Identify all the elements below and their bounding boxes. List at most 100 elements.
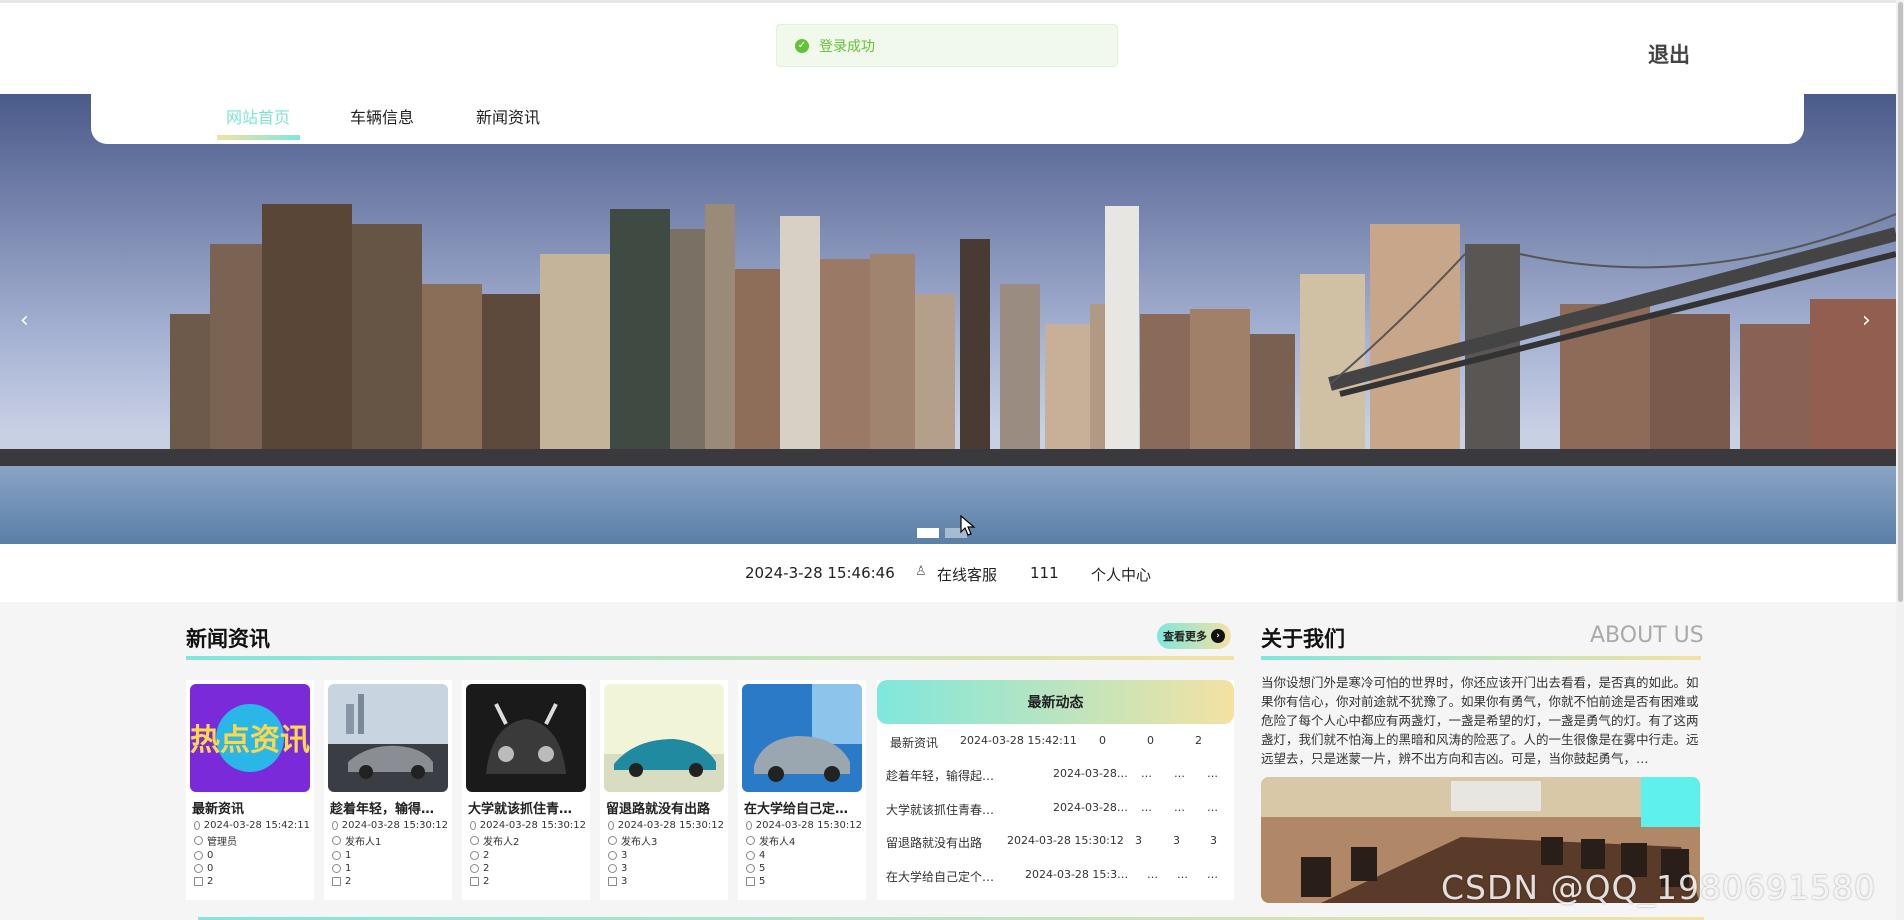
news-card-title: 趁着年轻，输得… <box>330 802 435 817</box>
latest-row-favs: 0 <box>1147 734 1154 747</box>
nav-vehicle-info[interactable]: 车辆信息 <box>350 104 414 128</box>
user-icon: ♙ <box>915 564 927 579</box>
latest-row-views: … <box>1207 868 1218 881</box>
star-icon <box>746 864 755 873</box>
latest-row-likes: … <box>1141 801 1152 814</box>
latest-row-views: … <box>1207 801 1218 814</box>
latest-row-title: 在大学给自己定个… <box>886 870 995 884</box>
list-item[interactable]: 留退路就没有出路 2024-03-28 15:30:12 3 3 3 <box>877 828 1234 858</box>
news-card-time: 2024-03-28 15:42:11 <box>203 820 310 831</box>
news-card-time: 2024-03-28 15:30:12 <box>479 820 586 831</box>
views-icon <box>746 877 755 886</box>
username: 111 <box>1030 564 1059 582</box>
news-card-author: 发布人2 <box>483 837 520 848</box>
thumbs-up-icon <box>746 851 755 860</box>
list-item[interactable]: 大学就该抓住青春，用… 2024-03-28… … … … <box>877 795 1234 825</box>
star-icon <box>470 864 479 873</box>
news-title-underline <box>186 656 1234 660</box>
watermark: CSDN @QQ_1980691580 <box>1441 868 1876 907</box>
carousel-prev-icon[interactable]: ‹ <box>20 308 29 333</box>
list-item[interactable]: 最新资讯 2024-03-28 15:42:11 0 0 2 <box>877 728 1234 758</box>
news-section-title: 新闻资讯 <box>186 627 270 651</box>
thumbs-up-icon <box>194 851 203 860</box>
news-card-author: 管理员 <box>207 837 237 848</box>
latest-row-time: 2024-03-28 15:3… <box>1025 868 1129 881</box>
news-card-title: 在大学给自己定… <box>744 802 849 817</box>
latest-row-favs: … <box>1174 801 1185 814</box>
personal-center-link[interactable]: 个人中心 <box>1091 564 1151 585</box>
mouse-pointer-icon <box>960 515 976 536</box>
clock-icon <box>194 821 200 830</box>
info-bar: 2024-3-28 15:46:46 ♙ 在线客服 111 个人中心 <box>0 544 1904 602</box>
city-skyline-image <box>0 94 1896 544</box>
about-text: 当你设想门外是寒冷可怕的世界时，你还应该开门出去看看，是否真的如此。如果你有信心… <box>1261 675 1699 766</box>
nav-news[interactable]: 新闻资讯 <box>476 104 540 128</box>
news-card-likes: 0 <box>207 850 214 861</box>
carousel-banner <box>0 94 1896 544</box>
latest-row-views: 2 <box>1195 734 1202 747</box>
news-card-time: 2024-03-28 15:30:12 <box>755 820 862 831</box>
news-card-favs: 0 <box>207 863 214 874</box>
header: ✓ 登录成功 退出 <box>0 3 1904 94</box>
latest-row-favs: 3 <box>1173 834 1180 847</box>
thumbnail-text: 热点资讯 <box>190 723 310 758</box>
news-card-views: 2 <box>207 876 214 887</box>
about-title-underline <box>1261 656 1701 660</box>
clock-icon <box>470 821 476 830</box>
news-thumbnail: 热点资讯 <box>190 684 310 792</box>
main-nav: 网站首页 车辆信息 新闻资讯 <box>91 94 1804 144</box>
news-card[interactable]: 热点资讯 最新资讯 2024-03-28 15:42:11 管理员 0 0 2 <box>186 680 314 900</box>
user-icon <box>194 836 203 845</box>
latest-row-time: 2024-03-28 15:30:12 <box>1007 834 1124 847</box>
view-more-label: 查看更多 <box>1163 630 1207 643</box>
arrow-right-icon: › <box>1211 629 1225 643</box>
user-icon <box>608 836 617 845</box>
news-card-title: 最新资讯 <box>192 802 245 817</box>
news-thumbnail <box>742 684 862 792</box>
news-card-likes: 2 <box>483 850 490 861</box>
user-icon <box>470 836 479 845</box>
latest-row-views: 3 <box>1210 834 1217 847</box>
news-card[interactable]: 在大学给自己定… 2024-03-28 15:30:12 发布人4 4 5 5 <box>738 680 866 900</box>
news-card-time: 2024-03-28 15:30:12 <box>617 820 724 831</box>
news-card[interactable]: 留退路就没有出路 2024-03-28 15:30:12 发布人3 3 3 3 <box>600 680 728 900</box>
list-item[interactable]: 在大学给自己定个… 2024-03-28 15:3… … … … <box>877 862 1234 892</box>
news-card-favs: 1 <box>345 863 352 874</box>
latest-row-likes: 0 <box>1099 734 1106 747</box>
star-icon <box>194 864 203 873</box>
latest-updates-title: 最新动态 <box>877 680 1234 724</box>
view-more-button[interactable]: 查看更多 › <box>1157 623 1231 649</box>
carousel-next-icon[interactable]: › <box>1862 308 1871 333</box>
latest-row-favs: … <box>1177 868 1188 881</box>
news-card[interactable]: 大学就该抓住青… 2024-03-28 15:30:12 发布人2 2 2 2 <box>462 680 590 900</box>
carousel-dot-1[interactable] <box>917 528 939 538</box>
clock-icon <box>608 821 614 830</box>
thumbs-up-icon <box>470 851 479 860</box>
news-card-favs: 5 <box>759 863 766 874</box>
about-section-title: 关于我们 <box>1261 627 1345 651</box>
views-icon <box>332 877 341 886</box>
news-thumbnail <box>466 684 586 792</box>
nav-home[interactable]: 网站首页 <box>226 104 290 128</box>
views-icon <box>608 877 617 886</box>
news-card-views: 5 <box>759 876 766 887</box>
news-card-likes: 4 <box>759 850 766 861</box>
news-card-likes: 1 <box>345 850 352 861</box>
news-card-author: 发布人4 <box>759 837 796 848</box>
latest-row-likes: … <box>1147 868 1158 881</box>
nav-active-indicator <box>217 135 300 140</box>
online-service-link[interactable]: 在线客服 <box>937 564 997 585</box>
scrollbar-thumb[interactable] <box>1898 2 1903 602</box>
thumbs-up-icon <box>608 851 617 860</box>
news-card[interactable]: 趁着年轻，输得… 2024-03-28 15:30:12 发布人1 1 1 2 <box>324 680 452 900</box>
news-card-title: 大学就该抓住青… <box>468 802 573 817</box>
news-card-time: 2024-03-28 15:30:12 <box>341 820 448 831</box>
thumbs-up-icon <box>332 851 341 860</box>
latest-row-title: 大学就该抓住青春，用… <box>886 803 1006 817</box>
logout-button[interactable]: 退出 <box>1648 39 1690 69</box>
list-item[interactable]: 趁着年轻，输得起，看… 2024-03-28… … … … <box>877 761 1234 791</box>
latest-row-views: … <box>1207 767 1218 780</box>
clock-icon <box>332 821 338 830</box>
news-card-views: 2 <box>345 876 352 887</box>
latest-row-time: 2024-03-28… <box>1053 767 1128 780</box>
